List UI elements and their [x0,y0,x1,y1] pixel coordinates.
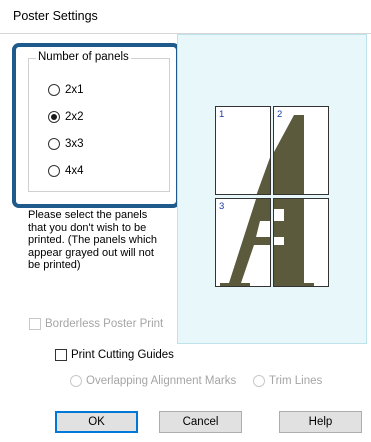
help-text-line: Please select the panels [28,209,148,221]
poster-preview-area: 1 2 3 4 [177,34,367,344]
panel-selection-help-text: Please select the panels that you don't … [28,209,178,272]
trim-lines-label: Trim Lines [269,375,323,387]
poster-artwork-fragment [274,199,314,286]
print-cutting-guides-option[interactable]: Print Cutting Guides [55,349,174,361]
preview-panel-4[interactable]: 4 [273,198,329,287]
cutting-guides-checkbox[interactable] [55,349,67,361]
poster-artwork-fragment [274,115,304,194]
cutting-guides-label: Print Cutting Guides [71,349,174,361]
help-button[interactable]: Help [279,411,362,433]
poster-artwork-fragment [220,199,270,286]
preview-panel-2[interactable]: 2 [273,106,329,195]
overlap-marks-label: Overlapping Alignment Marks [86,375,237,387]
trim-lines-option[interactable]: Trim Lines [253,375,322,387]
borderless-poster-print-option[interactable]: Borderless Poster Print [29,318,163,330]
ok-button[interactable]: OK [55,411,138,433]
overlapping-alignment-marks-option[interactable]: Overlapping Alignment Marks [70,375,236,387]
help-text-line: be printed) [28,259,81,272]
cancel-button[interactable]: Cancel [159,411,242,433]
radio-button[interactable] [253,375,265,387]
dialog-title: Poster Settings [13,9,98,23]
title-bar: Poster Settings [0,0,371,34]
help-text-line: appear grayed out will not [28,246,154,259]
radio-button[interactable] [70,375,82,387]
preview-panel-1[interactable]: 1 [215,106,271,195]
help-text-line: printed. (The panels which [28,234,158,247]
preview-panel-3[interactable]: 3 [215,198,271,287]
poster-settings-dialog: Poster Settings Number of panels 2x1 2x2… [0,0,371,442]
borderless-checkbox[interactable] [29,318,41,330]
help-text-line: that you don't wish to be [28,221,147,234]
borderless-label: Borderless Poster Print [45,318,164,330]
highlight-callout-box [12,43,180,208]
poster-artwork-fragment [256,157,270,194]
